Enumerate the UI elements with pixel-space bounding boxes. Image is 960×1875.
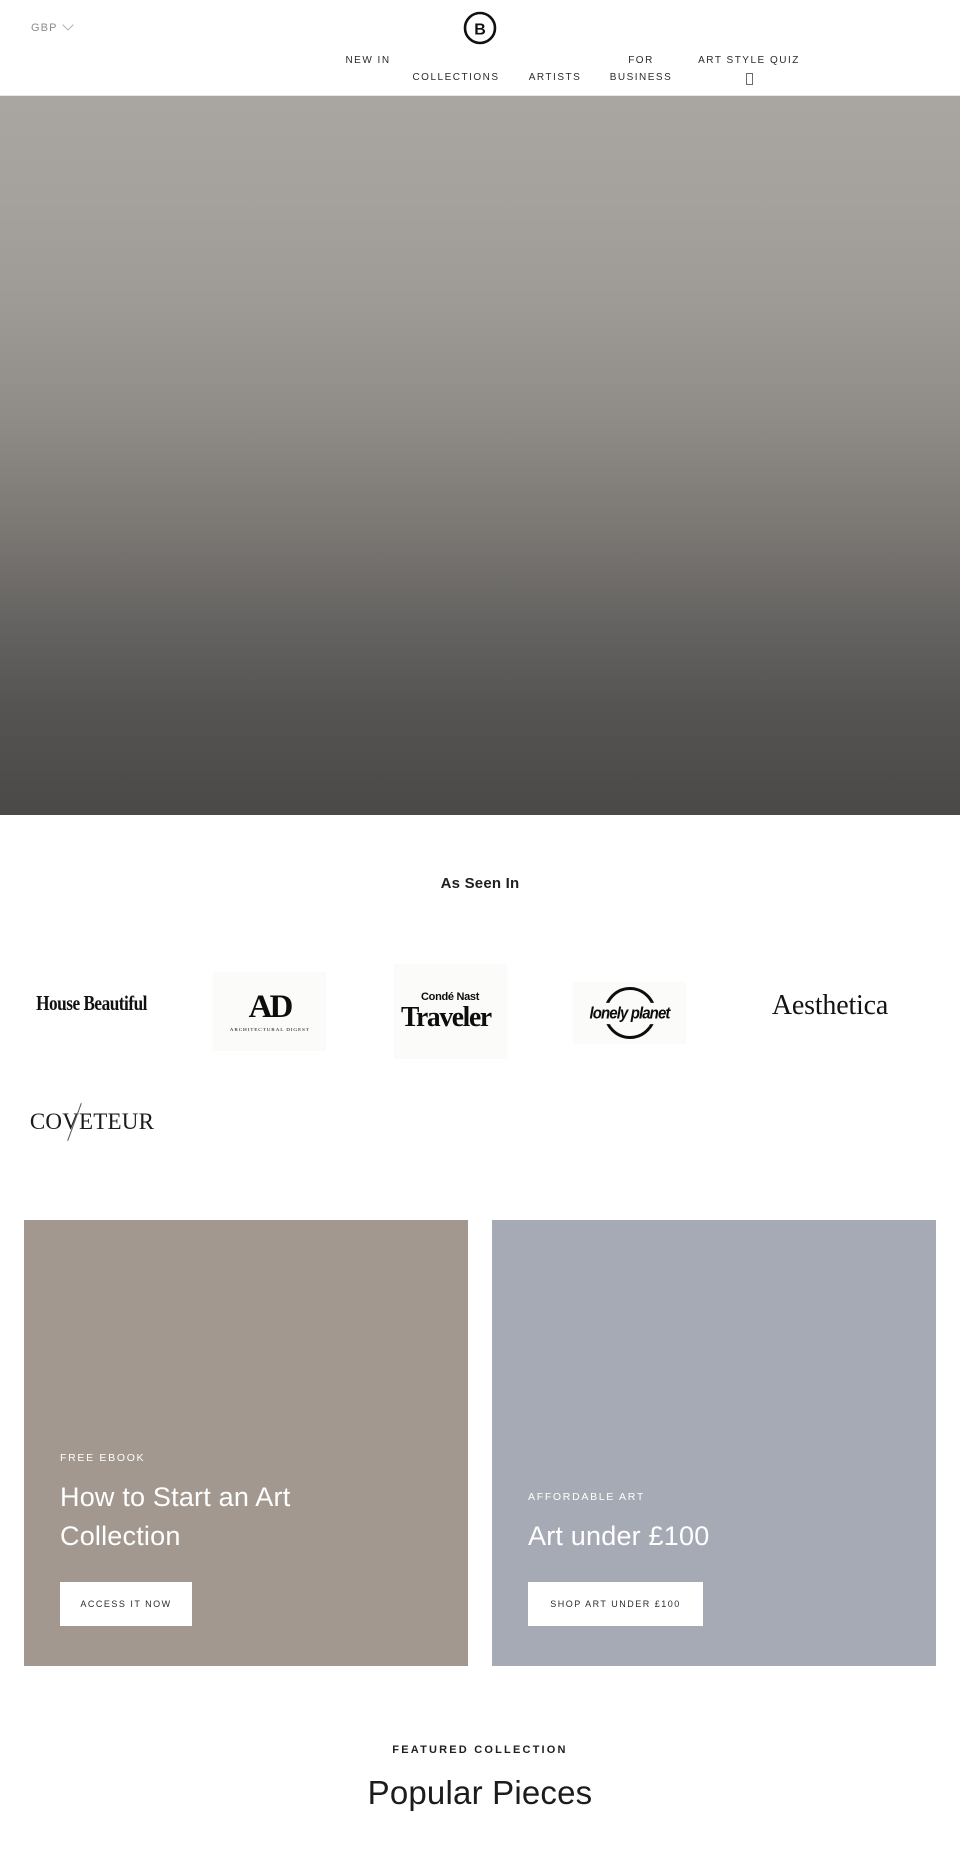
brand-logo[interactable]: B: [462, 10, 498, 46]
promo-eyebrow-free-ebook: FREE EBOOK: [60, 1452, 146, 1464]
press-logo-house-beautiful[interactable]: House Beautiful: [22, 980, 162, 1026]
missing-glyph-icon: [683, 70, 815, 86]
featured-collection-section: FEATURED COLLECTION Popular Pieces: [0, 1666, 960, 1812]
press-logo-conde-nast-traveler[interactable]: Condé Nast Traveler: [394, 964, 507, 1059]
svg-text:B: B: [474, 22, 486, 39]
promo-card-affordable-art[interactable]: AFFORDABLE ART Art under £100 SHOP ART U…: [492, 1220, 936, 1666]
press-logo-ad-mark: AD: [248, 989, 294, 1025]
press-logo-coveteur[interactable]: COVETEUR: [22, 1100, 162, 1144]
press-logo-aesthetica-text: Aesthetica: [771, 990, 889, 1021]
site-header: GBP B NEW IN COLLECTIONS ARTISTS FOR BUS…: [0, 0, 960, 96]
press-logo-lonely-planet-text: lonely planet: [589, 1002, 670, 1024]
promo-card-row: FREE EBOOK How to Start an Art Collectio…: [0, 1220, 960, 1666]
shop-art-under-100-button[interactable]: SHOP ART UNDER £100: [528, 1582, 703, 1626]
featured-collection-eyebrow: FEATURED COLLECTION: [392, 1744, 568, 1756]
nav-item-new-in[interactable]: NEW IN: [335, 52, 401, 69]
hero-banner[interactable]: [0, 96, 960, 815]
press-logo-coveteur-mark: COVETEUR: [29, 1103, 155, 1141]
nav-item-art-style-quiz-label: ART STYLE QUIZ: [698, 55, 800, 66]
nav-item-for-business[interactable]: FOR BUSINESS: [599, 52, 683, 86]
access-it-now-button[interactable]: ACCESS IT NOW: [60, 1582, 192, 1626]
currency-selector[interactable]: GBP: [31, 19, 74, 34]
press-logo-traveler-text: Traveler: [401, 1000, 492, 1033]
promo-card-free-ebook[interactable]: FREE EBOOK How to Start an Art Collectio…: [24, 1220, 468, 1666]
currency-code: GBP: [31, 22, 58, 34]
featured-collection-title: Popular Pieces: [367, 1774, 593, 1811]
press-section-title: As Seen In: [440, 875, 520, 892]
promo-eyebrow-affordable-art: AFFORDABLE ART: [528, 1491, 645, 1503]
press-section: As Seen In House Beautiful AD ARCHITECTU…: [0, 815, 960, 1172]
press-logo-grid: House Beautiful AD ARCHITECTURAL DIGEST …: [0, 952, 960, 1172]
nav-item-collections[interactable]: COLLECTIONS: [401, 52, 511, 86]
press-logo-lonely-planet-mark: lonely planet: [576, 985, 684, 1041]
promo-heading-affordable-art: Art under £100: [528, 1521, 710, 1551]
nav-item-artists[interactable]: ARTISTS: [511, 52, 599, 86]
press-logo-ad-subtitle: ARCHITECTURAL DIGEST: [229, 1027, 310, 1032]
main-nav: NEW IN COLLECTIONS ARTISTS FOR BUSINESS …: [0, 52, 960, 86]
nav-item-art-style-quiz[interactable]: ART STYLE QUIZ: [683, 52, 815, 86]
promo-heading-free-ebook: How to Start an Art Collection: [60, 1482, 291, 1551]
press-logo-aesthetica[interactable]: Aesthetica: [750, 984, 910, 1028]
press-logo-coveteur-text: COVETEUR: [29, 1109, 155, 1134]
press-logo-architectural-digest[interactable]: AD ARCHITECTURAL DIGEST: [213, 972, 326, 1051]
press-logo-house-beautiful-text: House Beautiful: [36, 990, 148, 1015]
chevron-down-icon: [61, 19, 74, 31]
press-logo-lonely-planet[interactable]: lonely planet: [573, 982, 686, 1044]
brand-circle-b-logo: B: [463, 11, 497, 45]
